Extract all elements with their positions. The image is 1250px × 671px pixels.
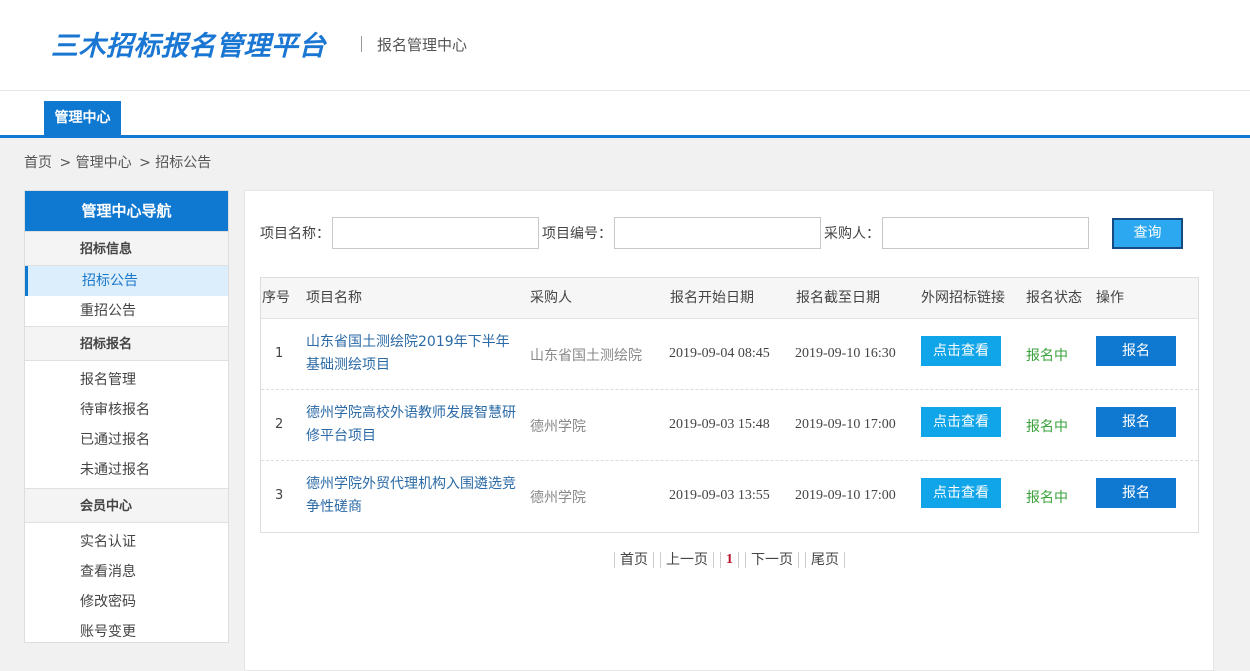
breadcrumb: 首页 > 管理中心 > 招标公告 <box>24 152 214 172</box>
page-prev[interactable]: 上一页 <box>660 552 714 568</box>
project-name-input[interactable] <box>332 217 539 249</box>
header-subtitle: 报名管理中心 <box>377 36 468 54</box>
page-last[interactable]: 尾页 <box>805 552 845 568</box>
row-num: 1 <box>275 346 284 361</box>
buyer-input[interactable] <box>882 217 1089 249</box>
row-end-date: 2019-09-10 17:00 <box>795 488 896 503</box>
row-status: 报名中 <box>1026 490 1068 506</box>
project-code-label: 项目编号： <box>542 226 612 242</box>
register-button[interactable]: 报名 <box>1096 407 1176 437</box>
site-logo[interactable]: 三木招标报名管理平台 <box>51 24 326 63</box>
row-buyer: 山东省国土测绘院 <box>530 348 642 364</box>
sidebar-title: 管理中心导航 <box>25 191 228 231</box>
page-first[interactable]: 首页 <box>614 552 654 568</box>
row-num: 3 <box>275 488 284 503</box>
sidebar-item-change-password[interactable]: 修改密码 <box>25 587 228 617</box>
th-start-date: 报名开始日期 <box>670 290 754 306</box>
pagination: 首页 上一页 1 下一页 尾页 <box>614 552 851 568</box>
row-end-date: 2019-09-10 16:30 <box>795 346 896 361</box>
row-buyer: 德州学院 <box>530 490 586 506</box>
sidebar: 管理中心导航 招标信息 招标公告 重招公告 招标报名 报名管理 待审核报名 已通… <box>24 190 229 643</box>
sidebar-group-member: 会员中心 <box>25 488 228 523</box>
row-project-name[interactable]: 山东省国土测绘院2019年下半年基础测绘项目 <box>306 331 520 377</box>
row-start-date: 2019-09-03 13:55 <box>669 488 770 503</box>
register-button[interactable]: 报名 <box>1096 478 1176 508</box>
row-status: 报名中 <box>1026 419 1068 435</box>
sidebar-item-pending[interactable]: 待审核报名 <box>25 395 228 425</box>
breadcrumb-management[interactable]: > 管理中心 <box>59 155 131 171</box>
row-status: 报名中 <box>1026 348 1068 364</box>
sidebar-item-account-change[interactable]: 账号变更 <box>25 617 228 647</box>
th-external-link: 外网招标链接 <box>921 290 1005 306</box>
sidebar-item-registration-manage[interactable]: 报名管理 <box>25 365 228 395</box>
row-num: 2 <box>275 417 284 432</box>
main-panel: 项目名称： 项目编号： 采购人： 查询 序号 项目名称 采购人 报名开始日期 报… <box>244 190 1214 671</box>
view-link-button[interactable]: 点击查看 <box>921 336 1001 366</box>
sidebar-item-messages[interactable]: 查看消息 <box>25 557 228 587</box>
project-name-label: 项目名称： <box>260 226 330 242</box>
view-link-button[interactable]: 点击查看 <box>921 478 1001 508</box>
table-row: 1 山东省国土测绘院2019年下半年基础测绘项目 山东省国土测绘院 2019-0… <box>261 319 1198 390</box>
th-buyer: 采购人 <box>530 290 572 306</box>
th-status: 报名状态 <box>1026 290 1082 306</box>
page-current[interactable]: 1 <box>720 552 739 568</box>
row-end-date: 2019-09-10 17:00 <box>795 417 896 432</box>
breadcrumb-current: > 招标公告 <box>139 155 212 171</box>
th-end-date: 报名截至日期 <box>796 290 880 306</box>
register-button[interactable]: 报名 <box>1096 336 1176 366</box>
row-project-name[interactable]: 德州学院高校外语教师发展智慧研修平台项目 <box>306 402 520 448</box>
table-row: 2 德州学院高校外语教师发展智慧研修平台项目 德州学院 2019-09-03 1… <box>261 390 1198 461</box>
table-row: 3 德州学院外贸代理机构入围遴选竞争性磋商 德州学院 2019-09-03 13… <box>261 461 1198 532</box>
row-project-name[interactable]: 德州学院外贸代理机构入围遴选竞争性磋商 <box>306 473 520 519</box>
th-action: 操作 <box>1096 290 1124 306</box>
th-num: 序号 <box>262 290 290 306</box>
header-divider <box>361 36 362 52</box>
page-next[interactable]: 下一页 <box>745 552 799 568</box>
project-table: 序号 项目名称 采购人 报名开始日期 报名截至日期 外网招标链接 报名状态 操作… <box>260 277 1199 533</box>
view-link-button[interactable]: 点击查看 <box>921 407 1001 437</box>
main-nav: 管理中心 <box>0 91 1250 138</box>
row-start-date: 2019-09-03 15:48 <box>669 417 770 432</box>
sidebar-item-verification[interactable]: 实名认证 <box>25 527 228 557</box>
row-start-date: 2019-09-04 08:45 <box>669 346 770 361</box>
header: 三木招标报名管理平台 报名管理中心 <box>0 0 1250 91</box>
project-code-input[interactable] <box>614 217 821 249</box>
sidebar-group-registration: 招标报名 <box>25 326 228 361</box>
table-header: 序号 项目名称 采购人 报名开始日期 报名截至日期 外网招标链接 报名状态 操作 <box>261 278 1198 319</box>
sidebar-group-bid-info: 招标信息 <box>25 231 228 266</box>
sidebar-item-approved[interactable]: 已通过报名 <box>25 425 228 455</box>
nav-tab-management[interactable]: 管理中心 <box>44 101 121 135</box>
sidebar-item-bid-notice[interactable]: 招标公告 <box>25 266 228 296</box>
sidebar-item-rebid-notice[interactable]: 重招公告 <box>25 296 228 326</box>
th-project-name: 项目名称 <box>306 290 362 306</box>
search-button[interactable]: 查询 <box>1112 218 1183 249</box>
row-buyer: 德州学院 <box>530 419 586 435</box>
sidebar-item-rejected[interactable]: 未通过报名 <box>25 455 228 485</box>
buyer-label: 采购人： <box>824 226 880 242</box>
search-bar: 项目名称： 项目编号： 采购人： <box>260 217 1092 249</box>
breadcrumb-home[interactable]: 首页 <box>24 155 52 171</box>
